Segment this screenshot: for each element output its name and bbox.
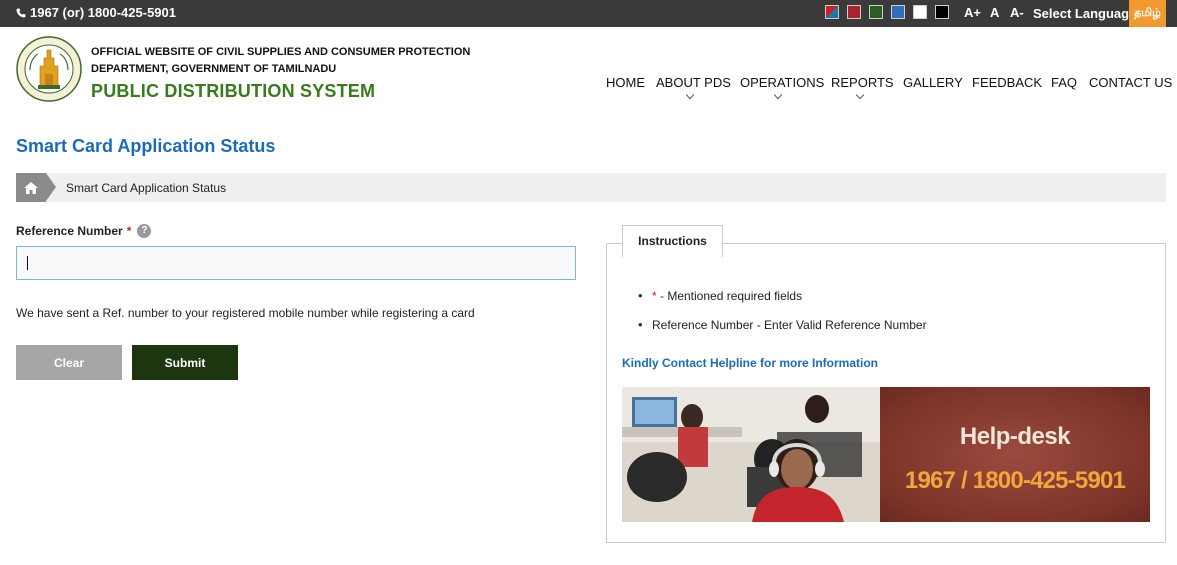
tamil-language-button[interactable]: தமிழ் [1129, 0, 1166, 27]
breadcrumb-separator [46, 173, 56, 201]
department-name-line1: OFFICIAL WEBSITE OF CIVIL SUPPLIES AND C… [91, 46, 471, 58]
breadcrumb-home-link[interactable] [16, 173, 46, 202]
nav-operations[interactable]: OPERATIONS [740, 75, 824, 90]
phone-icon [16, 8, 26, 17]
font-increase-button[interactable]: A+ [964, 5, 981, 20]
site-title: PUBLIC DISTRIBUTION SYSTEM [91, 81, 376, 101]
instruction-text: Reference Number - Enter Valid Reference… [652, 318, 927, 332]
reference-note: We have sent a Ref. number to your regis… [16, 306, 475, 320]
helpline-phone: 1967 (or) 1800-425-5901 [16, 5, 176, 20]
font-decrease-button[interactable]: A- [1010, 5, 1024, 20]
theme-swatch-white[interactable] [913, 5, 927, 19]
helpline-phone-text: 1967 (or) 1800-425-5901 [30, 5, 176, 20]
chevron-down-icon [685, 90, 695, 100]
font-normal-button[interactable]: A [990, 5, 999, 20]
nav-home[interactable]: HOME [606, 75, 645, 90]
nav-reports[interactable]: REPORTS [831, 75, 894, 90]
reference-number-label-text: Reference Number [16, 224, 123, 238]
chevron-down-icon [855, 90, 865, 100]
instruction-text: - Mentioned required fields [656, 289, 803, 303]
page-title: Smart Card Application Status [16, 136, 276, 156]
instructions-tab[interactable]: Instructions [622, 225, 723, 257]
theme-swatch-red[interactable] [847, 5, 861, 19]
top-bar: 1967 (or) 1800-425-5901 A+ A A- Select L… [0, 0, 1177, 27]
list-item: Reference Number - Enter Valid Reference… [638, 317, 927, 332]
submit-button[interactable]: Submit [132, 345, 238, 380]
helpdesk-number: 1967 / 1800-425-5901 [904, 467, 1126, 494]
nav-faq[interactable]: FAQ [1051, 75, 1077, 90]
help-icon[interactable]: ? [137, 224, 152, 238]
helpdesk-title: Help-desk [959, 423, 1071, 450]
instructions-list: * - Mentioned required fields Reference … [638, 288, 927, 347]
nav-about-pds[interactable]: ABOUT PDS [656, 75, 731, 90]
theme-swatch-blue[interactable] [891, 5, 905, 19]
department-name-line2: DEPARTMENT, GOVERNMENT OF TAMILNADU [91, 63, 337, 75]
theme-switcher [825, 5, 949, 19]
theme-swatch-green[interactable] [869, 5, 883, 19]
list-item: * - Mentioned required fields [638, 288, 927, 303]
helpdesk-photo [622, 387, 880, 522]
clear-button[interactable]: Clear [16, 345, 122, 380]
helpdesk-banner: Help-desk 1967 / 1800-425-5901 [622, 387, 1150, 522]
theme-swatch-multicolor[interactable] [825, 5, 839, 19]
select-language-label[interactable]: Select Language [1033, 6, 1136, 21]
chevron-down-icon [773, 90, 783, 100]
reference-number-input[interactable] [16, 246, 576, 280]
text-cursor [27, 256, 28, 270]
home-icon [24, 181, 38, 194]
nav-feedback[interactable]: FEEDBACK [972, 75, 1042, 90]
required-asterisk: * [126, 224, 132, 238]
theme-swatch-black[interactable] [935, 5, 949, 19]
helpdesk-info: Help-desk 1967 / 1800-425-5901 [880, 387, 1150, 522]
nav-contact-us[interactable]: CONTACT US [1089, 75, 1172, 90]
contact-helpline-link[interactable]: Kindly Contact Helpline for more Informa… [622, 356, 878, 370]
department-name: OFFICIAL WEBSITE OF CIVIL SUPPLIES AND C… [91, 44, 491, 78]
breadcrumb: Smart Card Application Status [16, 173, 1166, 202]
nav-gallery[interactable]: GALLERY [903, 75, 963, 90]
tamilnadu-emblem-icon[interactable] [16, 36, 82, 102]
reference-number-label: Reference Number * ? [16, 224, 152, 238]
breadcrumb-current: Smart Card Application Status [66, 181, 227, 195]
